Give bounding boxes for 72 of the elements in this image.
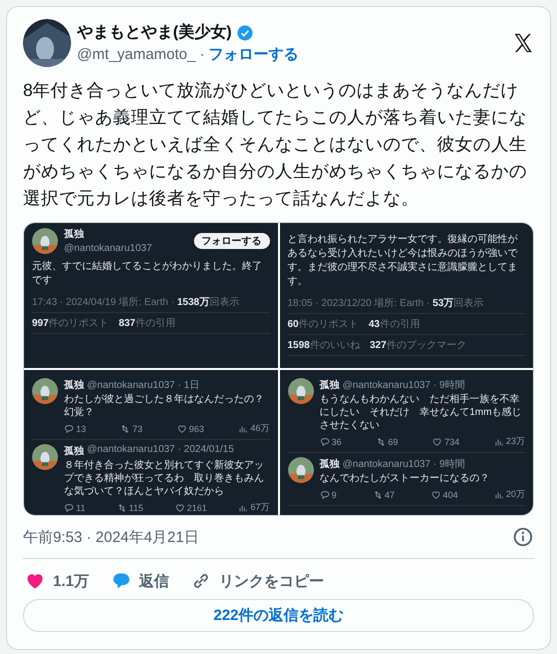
count: 69 [388, 436, 398, 446]
info-icon[interactable] [512, 526, 534, 548]
count: 9 [332, 490, 337, 500]
x-logo-icon[interactable] [512, 32, 534, 54]
count: 11 [76, 502, 86, 512]
reply-icon [64, 502, 74, 512]
avatar [32, 444, 58, 470]
count: 67万 [250, 501, 270, 514]
heart-icon [432, 436, 442, 446]
tweet-stats: 997件のリポスト 837件の引用 [32, 313, 270, 334]
repost-icon [120, 424, 130, 434]
heart-icon [430, 490, 441, 500]
reply-icon [320, 436, 330, 446]
avatar [32, 378, 58, 404]
count: 115 [128, 502, 144, 512]
user-name: 孤独 [64, 444, 84, 458]
bar-chart-icon [238, 424, 248, 434]
copy-button[interactable]: リンクをコピー [190, 571, 324, 591]
count: 46万 [250, 422, 270, 435]
tweet-stats: 1598件のいいね 327件のブックマーク [288, 335, 525, 356]
follow-link[interactable]: フォローする [208, 45, 299, 64]
count: 734 [444, 436, 460, 446]
author-handle[interactable]: @mt_yamamoto_ [77, 46, 196, 63]
tweet-text: と言われ振られたアラサー女です。復縁の可能性があるなら受け入れたいけど今は恨みのほうが強いです。まだ彼の理不尽さ不誠実さに意識朦朧としてます。 [288, 233, 518, 289]
user-handle: @nantokanaru1037 · 9時間 [342, 458, 465, 471]
read-replies-button[interactable]: 222件の返信を読む [23, 599, 534, 632]
user-handle: @nantokanaru1037 · 1日 [87, 379, 200, 392]
count: 2161 [186, 502, 207, 512]
avatar [288, 457, 314, 483]
reply-icon [320, 490, 330, 500]
count: 13 [76, 424, 86, 434]
bar-chart-icon [238, 502, 248, 512]
tweet-text: なんでわたしがストーカーになるの？ [320, 472, 490, 485]
bar-chart-icon [494, 490, 504, 500]
count: 36 [332, 436, 342, 446]
tweet-text: もうなんもわかんない ただ相手一族を不幸にしたい それだけ 幸せなんて1mmも感じさせたくない [320, 393, 523, 432]
bar-chart-icon [494, 436, 504, 446]
avatar [32, 228, 58, 254]
tweet-stats: 60件のリポスト 43件の引用 [288, 314, 525, 335]
speech-bubble-icon [110, 571, 131, 591]
user-name: 孤独 [64, 378, 84, 392]
user-handle: @nantokanaru1037 · 9時間 [342, 378, 465, 392]
count: 20万 [506, 488, 525, 501]
tweet-text: 8年付き合っといて放流がひどいというのはまあそうなんだけど、じゃあ義理立てて結婚してたらこの人が落ち着いた妻になってくれたかといえば全くそんなことはないので、彼女の人生がめちゃくちゃになるか自分の人生がめちゃくちゃになるかの選択で元カレは後者を守ったって話なんだよな。 [23, 79, 528, 210]
tweet-text: 元彼、すでに結婚してることがわかりました。終了です [32, 260, 263, 288]
count: 47 [384, 490, 395, 500]
repost-icon [372, 490, 383, 500]
user-name: 孤独 [320, 458, 340, 471]
reply-icon [64, 424, 74, 434]
count: 73 [132, 424, 142, 434]
heart-icon [174, 502, 185, 512]
avatar [288, 378, 314, 404]
user-name: 孤独 [320, 378, 340, 392]
tweet-text: わたしが彼と過ごした８年はなんだったの？幻覚？ [64, 393, 265, 419]
heart-icon [176, 424, 187, 434]
repost-icon [116, 502, 127, 512]
user-handle: @nantokanaru1037 · 2024/01/15 [87, 444, 234, 457]
like-button[interactable]: 1.1万 [25, 571, 89, 591]
reply-button[interactable]: 返信 [110, 571, 169, 591]
timestamp[interactable]: 午前9:53 · 2024年4月21日 [23, 528, 199, 546]
count: 404 [442, 490, 458, 500]
separator: · [200, 46, 205, 63]
tweet-meta: 17:43 · 2024/04/19 場所: Earth · 1538万回表示 [32, 292, 270, 313]
tweet-meta: 18:05 · 2023/12/20 場所: Earth · 53万回表示 [288, 293, 525, 314]
count: 963 [188, 424, 204, 434]
tweet-text: ８年付き合った彼女と別れてすぐ新彼女アップできる精神が狂ってるわ 取り巻きもみんな気づいて？ほんとヤバイ奴だから [64, 459, 265, 498]
author-name[interactable]: やまもとやま(美少女) [77, 22, 232, 43]
repost-icon [376, 436, 386, 446]
count: 23万 [506, 435, 525, 448]
avatar[interactable] [23, 19, 71, 67]
user-handle: @nantokanaru1037 [64, 243, 153, 254]
user-name: 孤独 [64, 228, 85, 241]
